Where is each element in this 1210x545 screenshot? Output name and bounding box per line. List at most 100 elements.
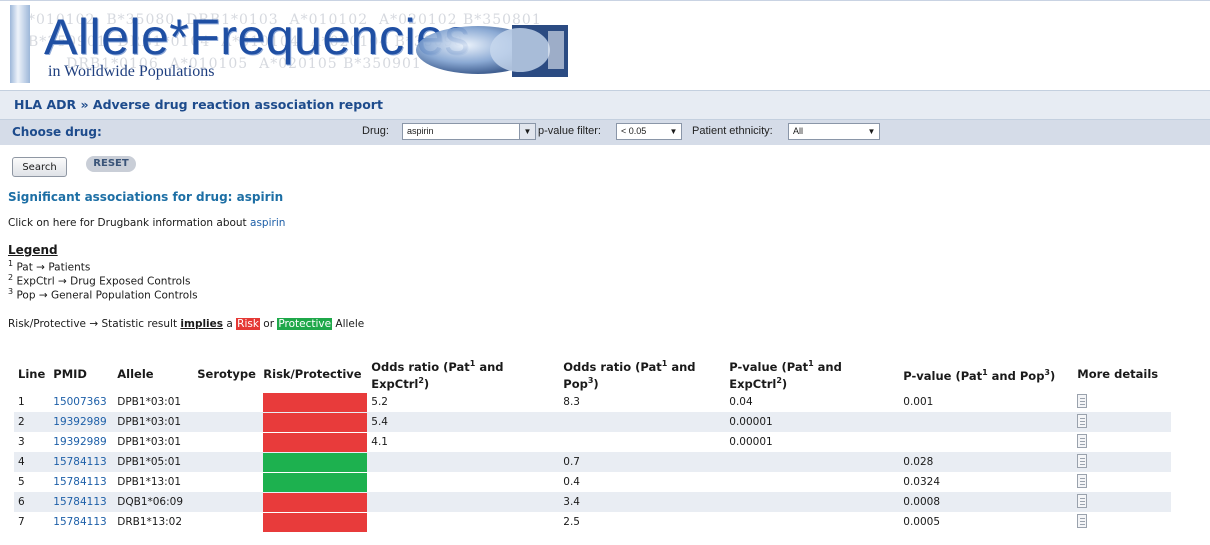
cell-serotype [193,432,263,452]
document-icon[interactable] [1077,513,1088,528]
cell-allele: DPB1*03:01 [117,436,182,448]
cell-odds-ratio-pop [559,432,725,452]
protective-bar [263,472,368,492]
cell-pvalue-pop: 0.0324 [903,476,941,488]
cell-odds-ratio-expctrl: 5.2 [371,396,388,408]
cell-allele: DPB1*13:01 [117,476,182,488]
site-logo-title[interactable]: Allele*Frequencies [44,11,470,63]
header-line: Line [18,366,46,381]
cell-pvalue-expctrl: 0.04 [729,396,753,408]
cell-allele: DPB1*03:01 [117,396,182,408]
cell-more-details [1073,492,1172,512]
cell-line: 5 [18,476,25,488]
table-header-row: Line PMID Allele Serotype Risk/Protectiv… [14,356,1171,392]
drug-label: Drug: [362,125,389,137]
site-banner: *010102 B*35080 DRB1*0103 A*010102 A*020… [0,0,1210,89]
drugbank-link[interactable]: aspirin [250,217,285,229]
globe-icon [416,25,568,77]
cell-risk-protective [263,472,368,492]
protective-tag: Protective [277,318,333,330]
risk-bar [263,492,368,512]
cell-allele: DRB1*13:02 [117,516,183,528]
cell-more-details [1073,412,1172,432]
risk-bar [263,432,368,452]
cell-allele: DPB1*05:01 [113,452,194,472]
cell-line: 3 [18,436,25,448]
header-more-details: More details [1077,366,1159,381]
cell-odds-ratio-expctrl [367,452,560,472]
results-heading: Significant associations for drug: aspir… [8,190,284,204]
document-icon[interactable] [1077,453,1088,468]
reset-button[interactable]: RESET [86,156,136,172]
document-icon[interactable] [1077,413,1088,428]
cell-pvalue-expctrl [725,512,899,532]
cell-risk-protective [263,392,368,412]
pvalue-filter-label: p-value filter: [538,125,601,137]
cell-pmid-link[interactable]: 19392989 [49,432,113,452]
legend-item: 1 Pat → Patients [8,259,91,274]
drugbank-info: Click on here for Drugbank information a… [8,217,285,229]
cell-more-details [1073,452,1172,472]
header-pvalue-pop: P-value (Pat1 and Pop3) [903,367,1056,383]
document-icon[interactable] [1077,433,1088,448]
cell-serotype [193,392,263,412]
cell-odds-ratio-pop: 0.7 [559,452,726,472]
cell-serotype [193,512,263,532]
ethnicity-select[interactable]: All ▼ [788,123,880,140]
cell-risk-protective [263,412,368,432]
results-table: Line PMID Allele Serotype Risk/Protectiv… [14,356,1172,532]
drugbank-info-text: Click on here for Drugbank information a… [8,217,251,229]
cell-serotype [193,492,264,512]
cell-serotype [193,452,264,472]
pvalue-filter-select[interactable]: < 0.05 ▼ [616,123,682,140]
table-row: 5 15784113 DPB1*13:01 0.4 0.0324 [14,472,1171,492]
cell-more-details [1073,432,1171,452]
risk-bar [263,512,368,532]
cell-line: 4 [14,452,50,472]
cell-pvalue-pop: 0.0008 [899,492,1074,512]
cell-odds-ratio-expctrl [367,512,559,532]
legend-title: Legend [8,243,58,257]
cell-pvalue-expctrl: 0.00001 [725,412,900,432]
protective-bar [263,452,368,472]
header-odds-ratio-expctrl: Odds ratio (Pat1 and ExpCtrl2) [371,359,504,391]
cell-odds-ratio-pop: 2.5 [563,516,580,528]
legend-item: 3 Pop → General Population Controls [8,287,198,302]
pvalue-filter-value: < 0.05 [621,126,647,136]
cell-pvalue-pop: 0.0005 [903,516,941,528]
cell-risk-protective [263,432,368,452]
table-row: 7 15784113 DRB1*13:02 2.5 0.0005 [14,512,1171,532]
cell-pmid-link[interactable]: 15784113 [49,512,113,532]
cell-odds-ratio-pop: 0.4 [563,476,580,488]
document-icon[interactable] [1077,393,1088,408]
table-row: 3 19392989 DPB1*03:01 4.1 0.00001 [14,432,1171,452]
cell-pmid-link[interactable]: 15007363 [49,392,113,412]
document-icon[interactable] [1077,493,1088,508]
cell-more-details [1073,512,1171,532]
table-row: 1 15007363 DPB1*03:01 5.2 8.3 0.04 0.001 [14,392,1171,412]
cell-line: 2 [14,412,50,432]
cell-more-details [1073,392,1171,412]
cell-pvalue-pop: 0.001 [903,396,934,408]
risk-bar [263,412,368,432]
risk-tag: Risk [236,318,260,330]
cell-pmid-link[interactable]: 15784113 [49,472,113,492]
legend-item: 2 ExpCtrl → Drug Exposed Controls [8,273,191,288]
cell-line: 1 [18,396,25,408]
table-row: 2 19392989 DPB1*03:01 5.4 0.00001 [14,412,1172,432]
drug-select[interactable]: aspirin ▼ [402,123,536,140]
cell-risk-protective [263,452,368,472]
search-button[interactable]: Search [12,157,67,177]
chevron-down-icon: ▼ [519,124,535,139]
cell-pmid-link[interactable]: 15784113 [49,492,114,512]
cell-pmid-link[interactable]: 15784113 [49,452,114,472]
cell-pvalue-pop [899,432,1073,452]
cell-pmid-link[interactable]: 19392989 [49,412,114,432]
cell-odds-ratio-pop: 8.3 [563,396,580,408]
cell-risk-protective [263,492,368,512]
header-odds-ratio-pop: Odds ratio (Pat1 and Pop3) [563,359,696,391]
document-icon[interactable] [1077,473,1088,488]
site-logo-subtitle: in Worldwide Populations [48,63,215,80]
header-allele: Allele [117,366,154,381]
cell-odds-ratio-expctrl [367,492,560,512]
